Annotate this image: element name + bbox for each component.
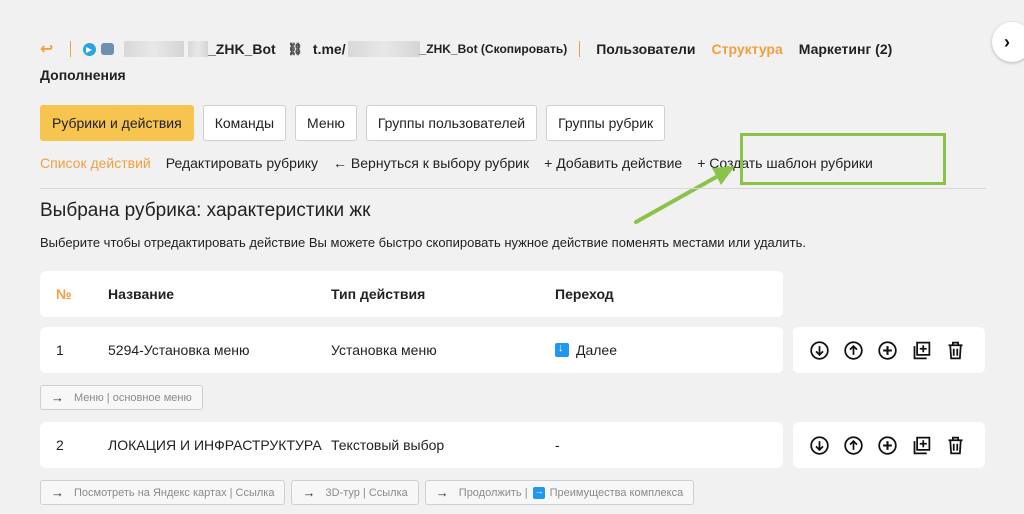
add-action-link[interactable]: + Добавить действие [544, 155, 682, 171]
tab-menu[interactable]: Меню [295, 105, 357, 141]
move-up-icon[interactable] [843, 435, 864, 456]
page-title: Выбрана рубрика: характеристики жк [40, 200, 371, 221]
arrow-right-icon: → [51, 485, 64, 500]
chip-button[interactable]: →Продолжить |Преимущества комплекса [424, 480, 695, 505]
row-num: 1 [56, 342, 64, 358]
next-page-button[interactable]: › [992, 22, 1024, 62]
arrow-right-icon: → [51, 390, 64, 405]
chip-button[interactable]: → Меню | основное меню [40, 385, 203, 410]
move-down-icon[interactable] [809, 340, 830, 361]
table-row[interactable]: 2 ЛОКАЦИЯ И ИНФРАСТРУКТУРА Текстовый выб… [40, 422, 783, 468]
row-num: 2 [56, 437, 64, 453]
column-jump: Переход [555, 286, 614, 302]
column-type: Тип действия [331, 286, 426, 302]
nav-users[interactable]: Пользователи [596, 41, 695, 57]
trash-icon[interactable] [945, 340, 966, 361]
page-description: Выберите чтобы отредактировать действие … [40, 235, 806, 250]
highlight-box [740, 133, 946, 185]
nav-marketing[interactable]: Маркетинг (2) [799, 41, 893, 57]
move-down-icon[interactable] [809, 435, 830, 456]
back-to-rubrics-link[interactable]: ← Вернуться к выбору рубрик [333, 155, 529, 171]
jump-right-icon [532, 486, 545, 499]
bot-icon [101, 43, 114, 55]
add-icon[interactable] [877, 340, 898, 361]
bot-link-copy[interactable]: _ZHK_Bot (Скопировать) [420, 42, 568, 56]
row-jump: - [555, 437, 560, 453]
row-type: Текстовый выбор [331, 437, 445, 453]
bot-name: _ZHK_Bot [208, 41, 276, 57]
copy-icon[interactable] [911, 435, 932, 456]
chevron-right-icon: › [1004, 31, 1010, 52]
edit-rubric-link[interactable]: Редактировать рубрику [166, 155, 318, 171]
tab-commands[interactable]: Команды [202, 105, 287, 141]
blurred-bot-link [347, 41, 420, 57]
blurred-bot-name-2 [188, 41, 208, 57]
back-arrow-icon[interactable]: ↩ [40, 39, 60, 59]
action-list-link[interactable]: Список действий [40, 155, 151, 171]
row-chips: → Посмотреть на Яндекс картах | Ссылка → 3… [40, 480, 695, 505]
trash-icon[interactable] [945, 435, 966, 456]
row-tools [793, 422, 985, 468]
bot-link-prefix[interactable]: t.me/ [313, 41, 346, 57]
telegram-icon [83, 42, 96, 56]
link-icon: ⛓ [287, 42, 303, 56]
header-divider [70, 41, 71, 57]
copy-icon[interactable] [911, 340, 932, 361]
tab-user-groups[interactable]: Группы пользователей [365, 105, 538, 141]
section-divider [40, 188, 986, 189]
section-tabs: Рубрики и действия Команды Меню Группы п… [40, 105, 666, 141]
header-divider-2 [579, 41, 581, 57]
column-num: № [56, 286, 72, 302]
row-tools [793, 327, 985, 373]
table-row[interactable]: 1 5294-Установка меню Установка меню Дал… [40, 327, 783, 373]
row-jump: Далее [555, 327, 617, 373]
blurred-bot-name [124, 41, 184, 57]
table-header: № Название Тип действия Переход [40, 271, 783, 317]
chip-button[interactable]: → 3D-тур | Ссылка [291, 480, 419, 505]
tab-rubric-groups[interactable]: Группы рубрик [546, 105, 666, 141]
column-name: Название [108, 286, 175, 302]
tab-rubrics-actions[interactable]: Рубрики и действия [40, 105, 194, 141]
arrow-right-icon: → [302, 485, 316, 500]
add-icon[interactable] [877, 435, 898, 456]
move-up-icon[interactable] [843, 340, 864, 361]
row-chips: → Меню | основное меню [40, 385, 203, 410]
nav-structure[interactable]: Структура [711, 41, 782, 57]
row-name: 5294-Установка меню [108, 342, 250, 358]
nav-extras[interactable]: Дополнения [40, 67, 126, 83]
row-jump-label: Далее [576, 342, 618, 358]
jump-down-icon [555, 342, 569, 357]
chip-button[interactable]: → Посмотреть на Яндекс картах | Ссылка [40, 480, 286, 505]
arrow-right-icon: → [435, 485, 449, 500]
row-type: Установка меню [331, 342, 437, 358]
row-name: ЛОКАЦИЯ И ИНФРАСТРУКТУРА [108, 437, 322, 453]
top-header: ↩ _ZHK_Bot ⛓ t.me/ _ZHK_Bot (Скопировать… [40, 38, 940, 83]
